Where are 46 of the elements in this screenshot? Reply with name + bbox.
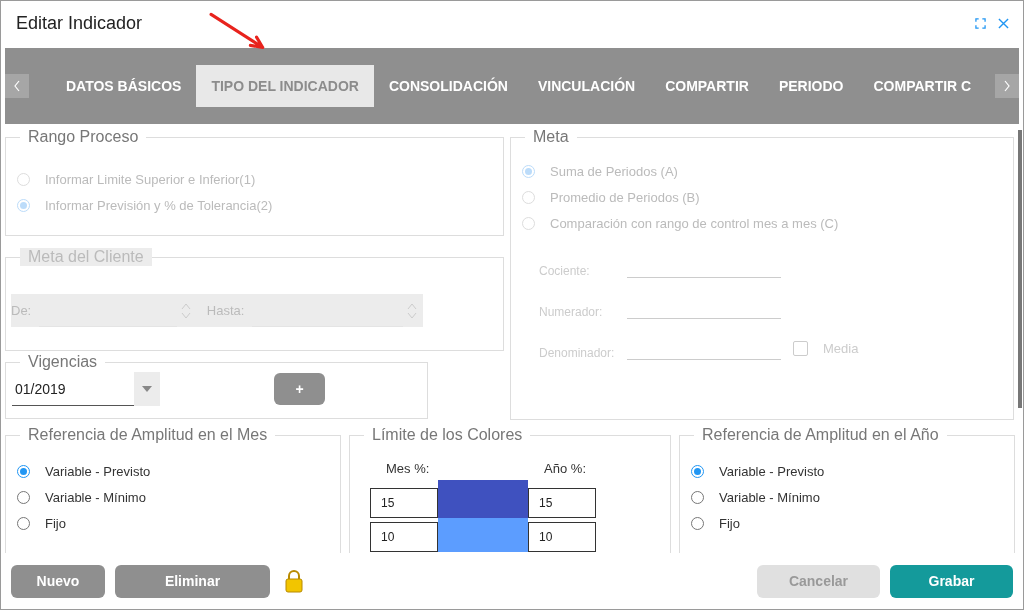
caret-icon[interactable] [142, 386, 152, 392]
tab[interactable]: COMPARTIR C [858, 65, 987, 107]
tab[interactable]: VINCULACIÓN [522, 65, 651, 107]
maximize-icon[interactable] [975, 18, 986, 29]
action-button[interactable]: Nuevo [11, 564, 105, 598]
tab[interactable]: TIPO DEL INDICADOR [196, 65, 374, 107]
action-button[interactable]: Grabar [890, 564, 1013, 598]
tab[interactable]: CONSOLIDACIÓN [373, 65, 523, 107]
percent-field[interactable]: 15 [370, 488, 438, 518]
scrollbar[interactable] [1018, 130, 1022, 408]
radio-label: Variable - Previsto [719, 464, 825, 479]
radio-label: Variable - Previsto [45, 464, 151, 479]
radio-label: Suma de Periodos (A) [550, 164, 678, 179]
add-button[interactable]: + [274, 373, 325, 405]
percent-field[interactable]: 10 [370, 522, 438, 552]
lock-icon[interactable] [284, 569, 304, 593]
radio-label: Promedio de Periodos (B) [550, 190, 700, 205]
tab[interactable]: PERIODO [763, 65, 859, 107]
tab[interactable]: COMPARTIR [650, 65, 764, 107]
radio-label: Informar Previsión y % de Tolerancia(2) [45, 198, 273, 213]
period-dropdown[interactable]: 01/2019 [12, 372, 160, 406]
window-title: Editar Indicador [16, 13, 143, 34]
percent-field[interactable]: 15 [528, 488, 596, 518]
percent-field[interactable]: 10 [528, 522, 596, 552]
column-label: Año %: [544, 461, 586, 476]
section-title: Referencia de Amplitud en el Año [701, 426, 940, 444]
action-button[interactable]: Cancelar [757, 564, 880, 598]
radio-label: Variable - Mínimo [45, 490, 146, 505]
radio-label: Comparación con rango de control mes a mes (C) [550, 216, 839, 231]
chevron-right-icon[interactable] [1003, 80, 1011, 92]
column-label: Mes %: [386, 461, 430, 476]
section-title: Límite de los Colores [371, 426, 524, 444]
action-button[interactable]: Eliminar [115, 564, 270, 598]
radio-label: Fijo [45, 516, 66, 531]
scroll-left-button[interactable] [5, 74, 29, 98]
scroll-right-button[interactable] [995, 74, 1019, 98]
section-title: Meta [532, 128, 570, 146]
close-icon[interactable] [998, 18, 1009, 29]
radio-label: Variable - Mínimo [719, 490, 820, 505]
radio-label: Informar Limite Superior e Inferior(1) [45, 172, 256, 187]
tab[interactable]: DATOS BÁSICOS [51, 65, 197, 107]
section-title: Vigencias [27, 353, 99, 371]
chevron-left-icon[interactable] [13, 80, 21, 92]
radio-label: Fijo [719, 516, 740, 531]
section-title: Rango Proceso [27, 128, 140, 146]
section-title: Referencia de Amplitud en el Mes [27, 426, 269, 444]
